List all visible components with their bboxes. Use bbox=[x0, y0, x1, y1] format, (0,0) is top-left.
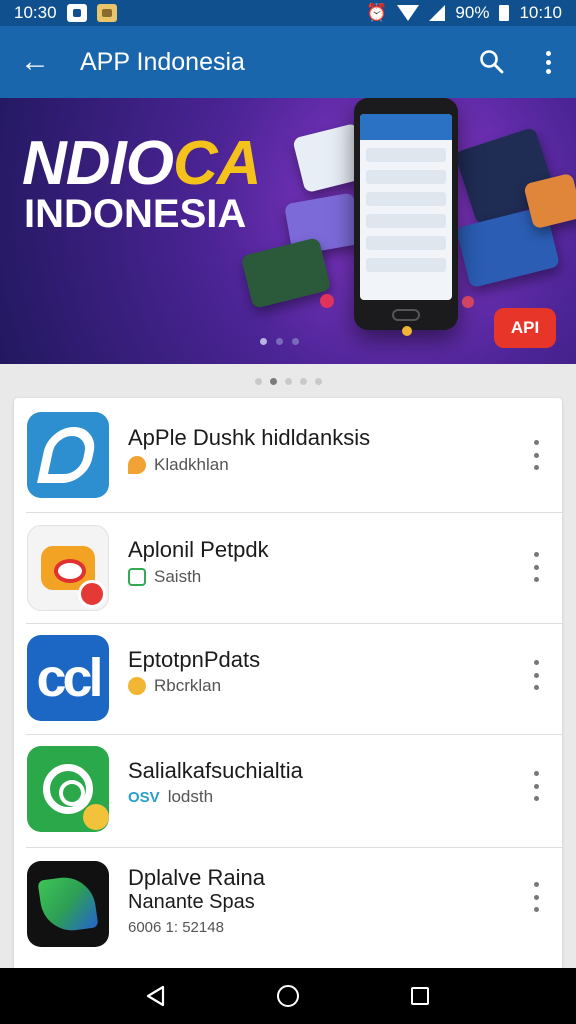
app-subtitle: Rbcrklan bbox=[128, 676, 221, 696]
api-badge[interactable]: API bbox=[494, 308, 556, 348]
app-title: Salialkafsuchialtia bbox=[128, 758, 303, 783]
list-item[interactable]: ccl EptotpnPdats Rbcrklan bbox=[14, 624, 562, 734]
photo-notification-icon bbox=[66, 4, 87, 22]
smile-icon bbox=[128, 677, 146, 695]
refresh-circle-icon bbox=[27, 746, 109, 832]
app-title: ApPle Dushk hidldanksis bbox=[128, 425, 371, 450]
status-time: 10:30 bbox=[14, 3, 57, 22]
item-menu-button[interactable] bbox=[530, 660, 542, 690]
wifi-icon bbox=[397, 5, 420, 21]
nav-recents-button[interactable] bbox=[400, 976, 440, 1016]
list-item[interactable]: ApPle Dushk hidldanksis Kladkhlan bbox=[14, 398, 562, 512]
item-menu-button[interactable] bbox=[530, 552, 542, 582]
app-preview-tile bbox=[240, 237, 332, 309]
status-bar: 10:30 ⏰ 90% 10:10 bbox=[0, 0, 576, 26]
search-button[interactable] bbox=[464, 26, 520, 98]
list-item[interactable]: Aplonil Petpdk Saisth bbox=[14, 513, 562, 623]
leaf-icon bbox=[27, 861, 109, 947]
app-bar: ← APP Indonesia bbox=[0, 26, 576, 98]
battery-icon bbox=[499, 5, 510, 21]
tag-icon bbox=[128, 456, 146, 474]
app-meta: 6006 1: 52148 bbox=[128, 919, 224, 936]
list-item[interactable]: Dplalve Raina Nanante Spas 6006 1: 52148 bbox=[14, 848, 562, 970]
alarm-icon: ⏰ bbox=[366, 3, 388, 22]
system-nav-bar bbox=[0, 968, 576, 1024]
signal-icon bbox=[429, 5, 446, 21]
nav-home-icon bbox=[277, 985, 299, 1007]
banner-headline: NDIOCA bbox=[22, 129, 262, 198]
item-menu-button[interactable] bbox=[530, 882, 542, 912]
more-options-button[interactable] bbox=[520, 26, 576, 98]
store-notification-icon bbox=[96, 4, 117, 22]
nav-back-icon bbox=[146, 985, 165, 1007]
battery-percent: 90% bbox=[455, 3, 490, 22]
chat-bubble-icon bbox=[27, 525, 109, 611]
status-clock: 10:10 bbox=[519, 3, 562, 22]
search-icon bbox=[480, 50, 504, 74]
nav-recents-icon bbox=[411, 987, 429, 1005]
decor-ball bbox=[462, 296, 474, 308]
banner-subheadline: INDONESIA bbox=[24, 192, 247, 236]
list-item[interactable]: Salialkafsuchialtia OSV lodsth bbox=[14, 735, 562, 847]
app-subtitle: OSV lodsth bbox=[128, 787, 214, 806]
osv-label: OSV bbox=[128, 788, 160, 806]
more-vert-icon bbox=[545, 50, 551, 74]
ccl-icon: ccl bbox=[27, 635, 109, 721]
banner-carousel-dots bbox=[260, 338, 299, 345]
nav-back-button[interactable] bbox=[136, 976, 176, 1016]
app-title: Dplalve Raina bbox=[128, 865, 265, 890]
page-title: APP Indonesia bbox=[80, 47, 245, 76]
item-menu-button[interactable] bbox=[530, 771, 542, 801]
arrow-left-icon: ← bbox=[20, 45, 50, 78]
back-button[interactable]: ← bbox=[0, 26, 70, 98]
decor-ball bbox=[320, 294, 334, 308]
page-indicator[interactable] bbox=[255, 378, 322, 385]
app-list: ApPle Dushk hidldanksis Kladkhlan Aploni… bbox=[14, 398, 562, 970]
phone-illustration bbox=[354, 98, 458, 330]
decor-ball bbox=[402, 326, 412, 336]
app-subtitle: Saisth bbox=[128, 567, 201, 587]
promo-banner[interactable]: NDIOCA INDONESIA API bbox=[0, 98, 576, 364]
app-title: Aplonil Petpdk bbox=[128, 537, 269, 562]
app-subtitle: Kladkhlan bbox=[128, 455, 229, 475]
item-menu-button[interactable] bbox=[530, 440, 542, 470]
app-subtitle: Nanante Spas bbox=[128, 891, 255, 913]
calendar-icon bbox=[128, 568, 146, 586]
app-title: EptotpnPdats bbox=[128, 647, 261, 672]
pencil-p-icon bbox=[27, 412, 109, 498]
nav-home-button[interactable] bbox=[268, 976, 308, 1016]
